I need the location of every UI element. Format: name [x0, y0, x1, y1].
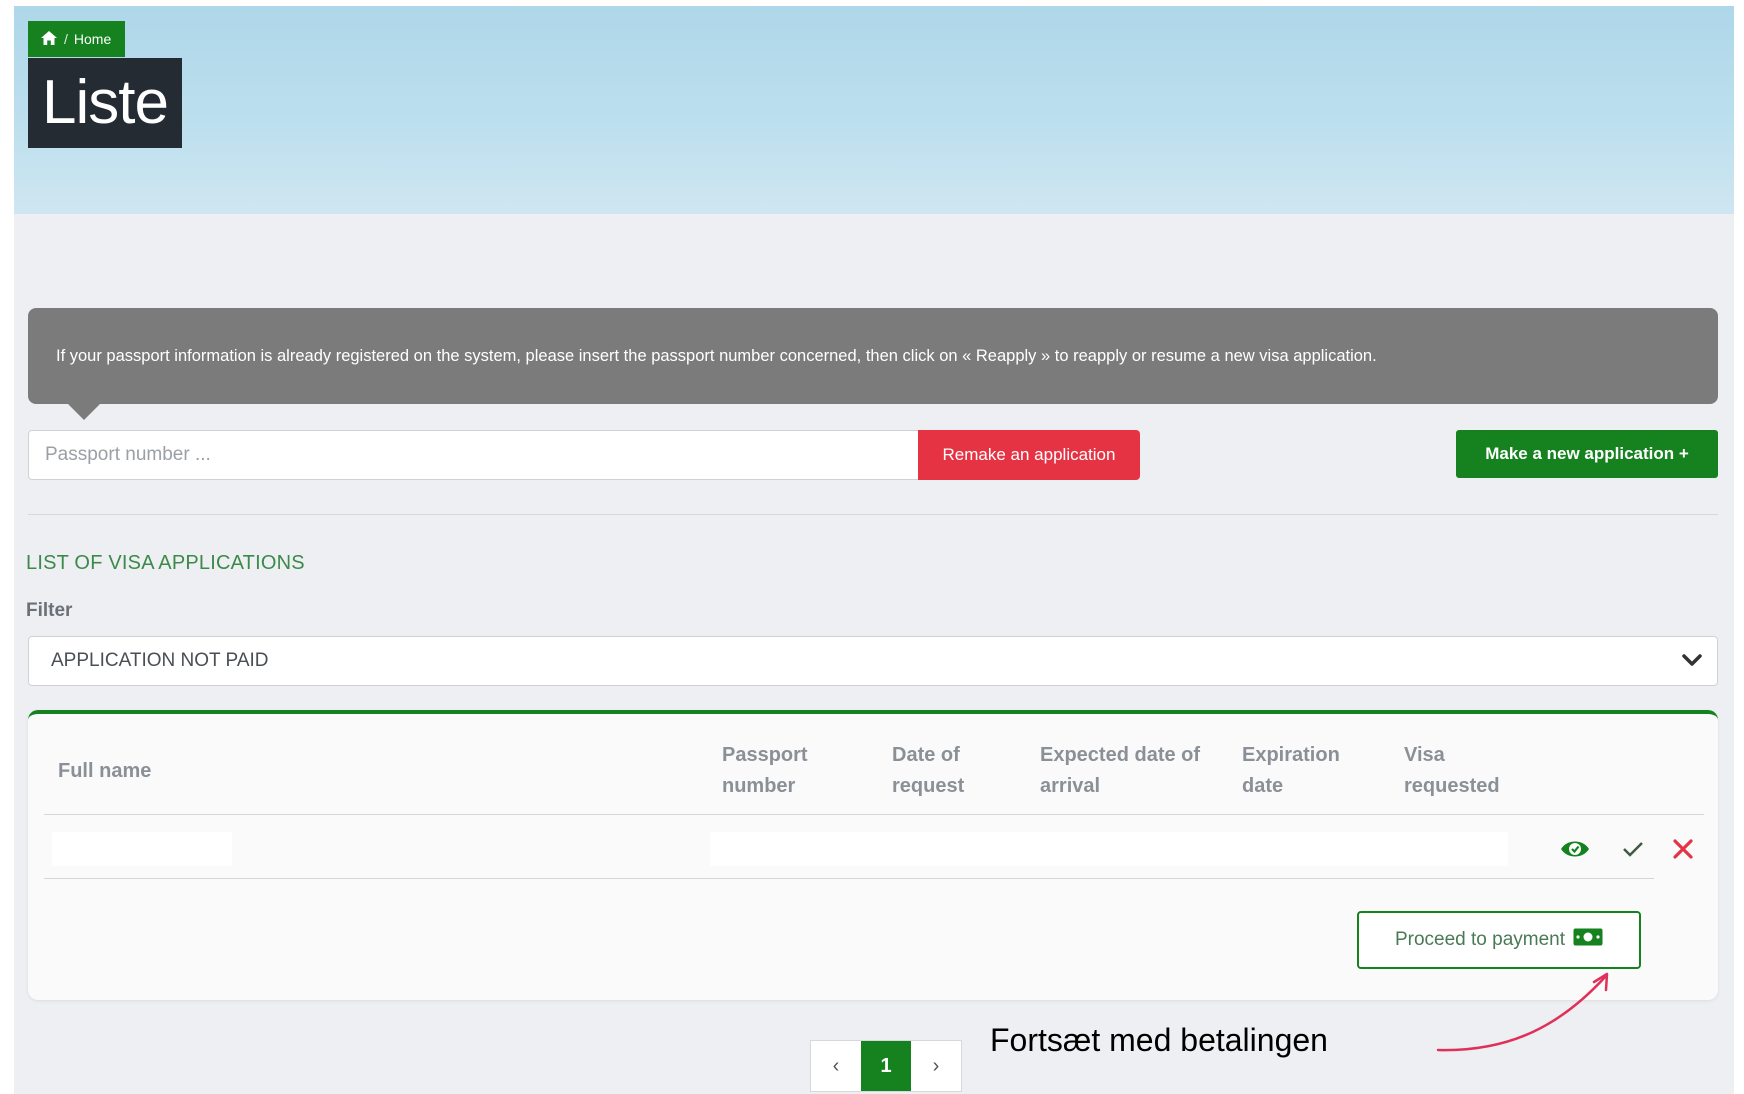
pagination: ‹ 1 ›: [810, 1040, 962, 1092]
header-banner: / Home Liste: [14, 6, 1734, 214]
check-icon[interactable]: [1618, 834, 1648, 864]
pagination-prev[interactable]: ‹: [811, 1041, 861, 1091]
info-message-text: If your passport information is already …: [56, 346, 1377, 365]
money-icon: [1573, 928, 1603, 952]
filter-selected-value: APPLICATION NOT PAID: [51, 650, 269, 671]
chevron-down-icon: [1679, 647, 1705, 679]
page: / Home Liste If your passport informatio…: [14, 6, 1734, 1094]
header-expiration-date: Expiration date: [1242, 744, 1340, 797]
passport-number-input[interactable]: [28, 430, 920, 480]
pagination-page-current[interactable]: 1: [861, 1041, 911, 1091]
filter-label: Filter: [26, 600, 73, 621]
divider: [28, 514, 1718, 515]
view-eye-icon[interactable]: [1558, 832, 1592, 866]
header-full-name: Full name: [58, 760, 152, 782]
breadcrumb: / Home: [28, 21, 126, 57]
info-message: If your passport information is already …: [28, 308, 1718, 420]
header-passport-number: Passport number: [722, 744, 808, 797]
filter-select[interactable]: APPLICATION NOT PAID: [28, 636, 1718, 686]
remake-application-button[interactable]: Remake an application: [918, 430, 1140, 480]
header-divider: [44, 814, 1704, 815]
delete-x-icon[interactable]: [1666, 832, 1700, 866]
proceed-to-payment-label: Proceed to payment: [1394, 929, 1566, 950]
proceed-to-payment-button[interactable]: Proceed to payment: [1357, 911, 1641, 969]
redacted-row-values: [710, 832, 1508, 866]
redacted-full-name: [52, 832, 232, 866]
annotation-text: Fortsæt med betalingen: [990, 1022, 1328, 1058]
header-expected-arrival: Expected date of arrival: [1040, 744, 1201, 797]
home-icon[interactable]: [40, 30, 58, 49]
new-application-button[interactable]: Make a new application +: [1456, 430, 1718, 478]
breadcrumb-home-link[interactable]: Home: [74, 31, 111, 47]
page-title: Liste: [28, 58, 182, 148]
header-visa-requested: Visa requested: [1404, 744, 1500, 797]
header-date-of-request: Date of request: [892, 744, 965, 797]
annotation-arrow-icon: [1436, 972, 1609, 1052]
pagination-next[interactable]: ›: [911, 1041, 961, 1091]
section-title: LIST OF VISA APPLICATIONS: [26, 552, 305, 574]
breadcrumb-separator: /: [64, 31, 68, 47]
row-divider: [44, 878, 1654, 879]
